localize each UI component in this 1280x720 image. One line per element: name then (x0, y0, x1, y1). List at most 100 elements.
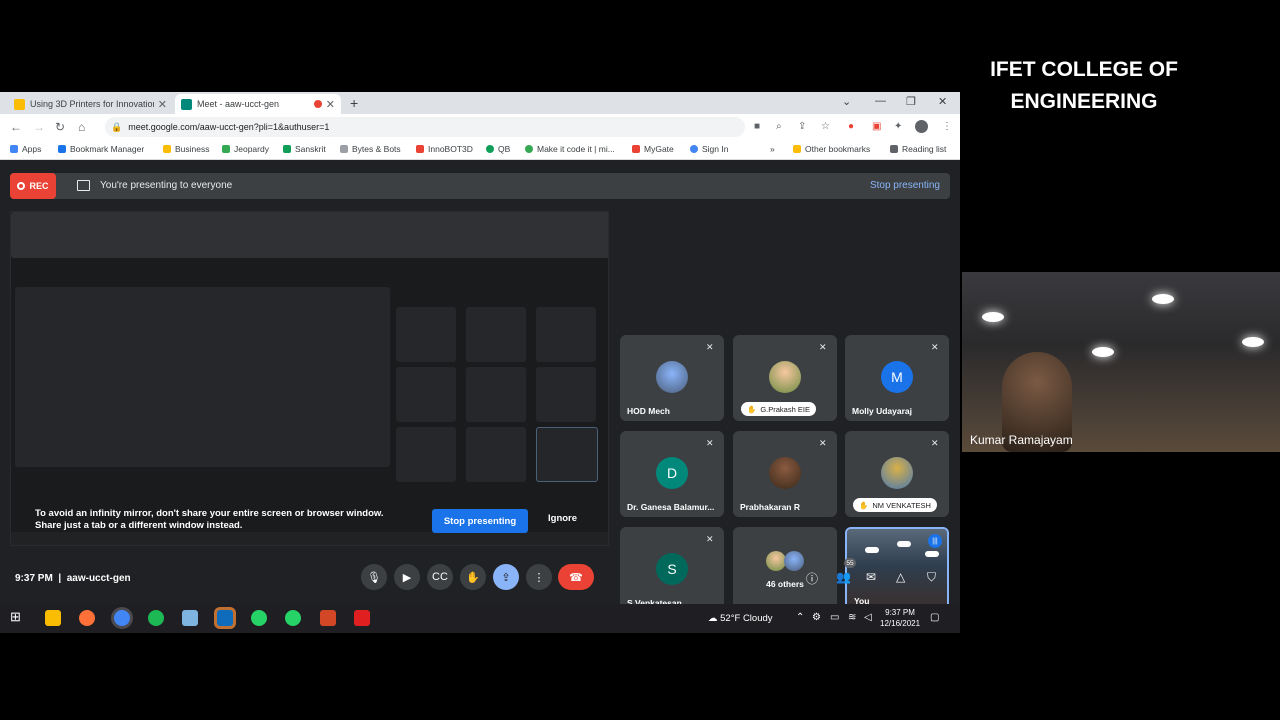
profile-avatar[interactable] (915, 120, 928, 133)
participant-tile[interactable]: ✕ ✋ NM VENKATESH (845, 431, 949, 517)
bookmark-apps[interactable]: Apps (10, 144, 41, 154)
extensions-puzzle-icon[interactable]: ✦ (894, 121, 902, 132)
raised-hand-badge: ✋ G.Prakash EIE (741, 402, 816, 416)
whatsapp-icon[interactable] (251, 610, 267, 626)
bookmark-label: Other bookmarks (805, 144, 871, 154)
participant-tile[interactable]: ✕ Prabhakaran R (733, 431, 837, 517)
camera-button[interactable]: ▶ (394, 564, 420, 590)
bookmark-business[interactable]: Business (163, 144, 210, 154)
bookmark-manager[interactable]: Bookmark Manager (58, 144, 144, 154)
whatsapp-business-icon[interactable] (285, 610, 301, 626)
share-icon[interactable]: ⇪ (798, 121, 806, 132)
people-icon[interactable]: 👥 (836, 570, 851, 584)
captions-button[interactable]: CC (427, 564, 453, 590)
meeting-details-icon[interactable]: ⓘ (806, 570, 818, 587)
forward-button[interactable]: → (33, 120, 45, 134)
weather-text: 52°F Cloudy (720, 613, 773, 624)
leave-call-button[interactable]: ☎ (558, 564, 594, 590)
bookmark-label: Reading list (902, 144, 947, 154)
close-tab-icon[interactable]: ✕ (158, 98, 167, 111)
participant-tile[interactable]: ✕ M Molly Udayaraj (845, 335, 949, 421)
participant-tile[interactable]: ✕ ✋ G.Prakash EIE (733, 335, 837, 421)
menu-icon[interactable]: ⋮ (942, 121, 952, 132)
raise-hand-button[interactable]: ✋ (460, 564, 486, 590)
bookmark-star-icon[interactable]: ☆ (821, 121, 830, 132)
notepad-icon[interactable] (182, 610, 198, 626)
extension-icon[interactable]: ▣ (872, 121, 881, 132)
host-controls-icon[interactable]: ⛉ (927, 570, 936, 585)
bookmark-jeopardy[interactable]: Jeopardy (222, 144, 269, 154)
acrobat-icon[interactable] (354, 610, 370, 626)
bookmark-bytes-bots[interactable]: Bytes & Bots (340, 144, 401, 154)
new-tab-button[interactable]: + (350, 95, 358, 111)
close-window-button[interactable]: ✕ (938, 95, 947, 108)
powerpoint-icon[interactable] (320, 610, 336, 626)
ignore-button[interactable]: Ignore (548, 513, 577, 524)
windows-start-icon[interactable]: ⊞ (10, 609, 26, 625)
mic-off-icon: ✕ (706, 438, 714, 448)
present-button[interactable]: ⇪ (493, 564, 519, 590)
presenter-webcam: Kumar Ramajayam (962, 272, 1280, 452)
participant-tile[interactable]: ✕ HOD Mech (620, 335, 724, 421)
participant-name: Molly Udayaraj (852, 406, 912, 416)
meet-icon (181, 98, 192, 110)
mit-icon (525, 145, 533, 153)
bookmark-sign-in[interactable]: Sign In (690, 144, 728, 154)
outlook-icon[interactable] (217, 610, 233, 626)
zoom-icon[interactable]: ⌕ (776, 121, 782, 132)
file-explorer-icon[interactable] (45, 610, 61, 626)
stop-presenting-link[interactable]: Stop presenting (870, 180, 940, 191)
mic-off-icon: ✕ (706, 534, 714, 544)
meeting-time: 9:37 PM (15, 573, 53, 584)
avatar (769, 361, 801, 393)
battery-icon[interactable]: ▭ (830, 612, 839, 623)
qb-icon (486, 145, 494, 153)
wifi-icon[interactable]: ≋ (848, 612, 856, 623)
cloud-icon: ☁ (708, 613, 718, 624)
mirror-tile (396, 367, 456, 422)
chat-icon[interactable]: ✉ (866, 570, 876, 584)
reload-button[interactable]: ↻ (55, 120, 65, 134)
taskbar-clock[interactable]: 9:37 PM 12/16/2021 (880, 607, 920, 629)
volume-icon[interactable]: ◁ (864, 612, 872, 623)
shared-screen-preview (10, 211, 609, 546)
raised-hand-icon: ✋ (859, 500, 869, 510)
tab-3d-printers[interactable]: Using 3D Printers for Innovation ✕ (8, 94, 173, 114)
address-bar[interactable]: 🔒 meet.google.com/aaw-ucct-gen?pli=1&aut… (105, 117, 745, 137)
notifications-icon[interactable]: ▢ (930, 612, 939, 623)
stop-presenting-button[interactable]: Stop presenting (432, 509, 528, 533)
participant-tile[interactable]: ✕ D Dr. Ganesa Balamur... (620, 431, 724, 517)
weather-widget[interactable]: ☁ 52°F Cloudy (708, 613, 773, 624)
activities-icon[interactable]: △ (896, 570, 905, 584)
ceiling-light (1242, 337, 1264, 347)
bookmarks-overflow-icon[interactable]: » (770, 144, 775, 154)
bookmark-innobot3d[interactable]: InnoBOT3D (416, 144, 473, 154)
bookmark-make-it-code-it[interactable]: Make it code it | mi... (525, 144, 615, 154)
bookmark-label: InnoBOT3D (428, 144, 473, 154)
bookmark-qb[interactable]: QB (486, 144, 510, 154)
spotify-icon[interactable] (148, 610, 164, 626)
college-title: IFET COLLEGE OF ENGINEERING (990, 58, 1178, 113)
microphone-button[interactable]: 🎙 (361, 564, 387, 590)
tray-overflow-icon[interactable]: ⌃ (796, 612, 804, 623)
mygate-icon (632, 145, 640, 153)
minimize-button[interactable]: — (875, 95, 886, 107)
bookmark-label: Sanskrit (295, 144, 326, 154)
close-tab-icon[interactable]: ✕ (326, 98, 335, 111)
bookmark-reading-list[interactable]: Reading list (890, 144, 946, 154)
firefox-icon[interactable] (79, 610, 95, 626)
bookmark-sanskrit[interactable]: Sanskrit (283, 144, 326, 154)
tab-meet[interactable]: Meet - aaw-ucct-gen ✕ (175, 94, 341, 114)
home-button[interactable]: ⌂ (78, 120, 85, 134)
camera-icon[interactable]: ■ (754, 121, 760, 132)
bookmark-other[interactable]: Other bookmarks (793, 144, 870, 154)
tray-icon[interactable]: ⚙ (812, 612, 821, 623)
more-options-button[interactable]: ⋮ (526, 564, 552, 590)
chrome-icon[interactable] (114, 610, 130, 626)
back-button[interactable]: ← (10, 120, 22, 134)
bookmark-label: Bytes & Bots (352, 144, 401, 154)
opera-extension-icon[interactable]: ● (848, 121, 854, 132)
bookmark-mygate[interactable]: MyGate (632, 144, 674, 154)
restore-button[interactable]: ❐ (906, 95, 916, 108)
tab-search-icon[interactable]: ⌄ (842, 95, 851, 108)
